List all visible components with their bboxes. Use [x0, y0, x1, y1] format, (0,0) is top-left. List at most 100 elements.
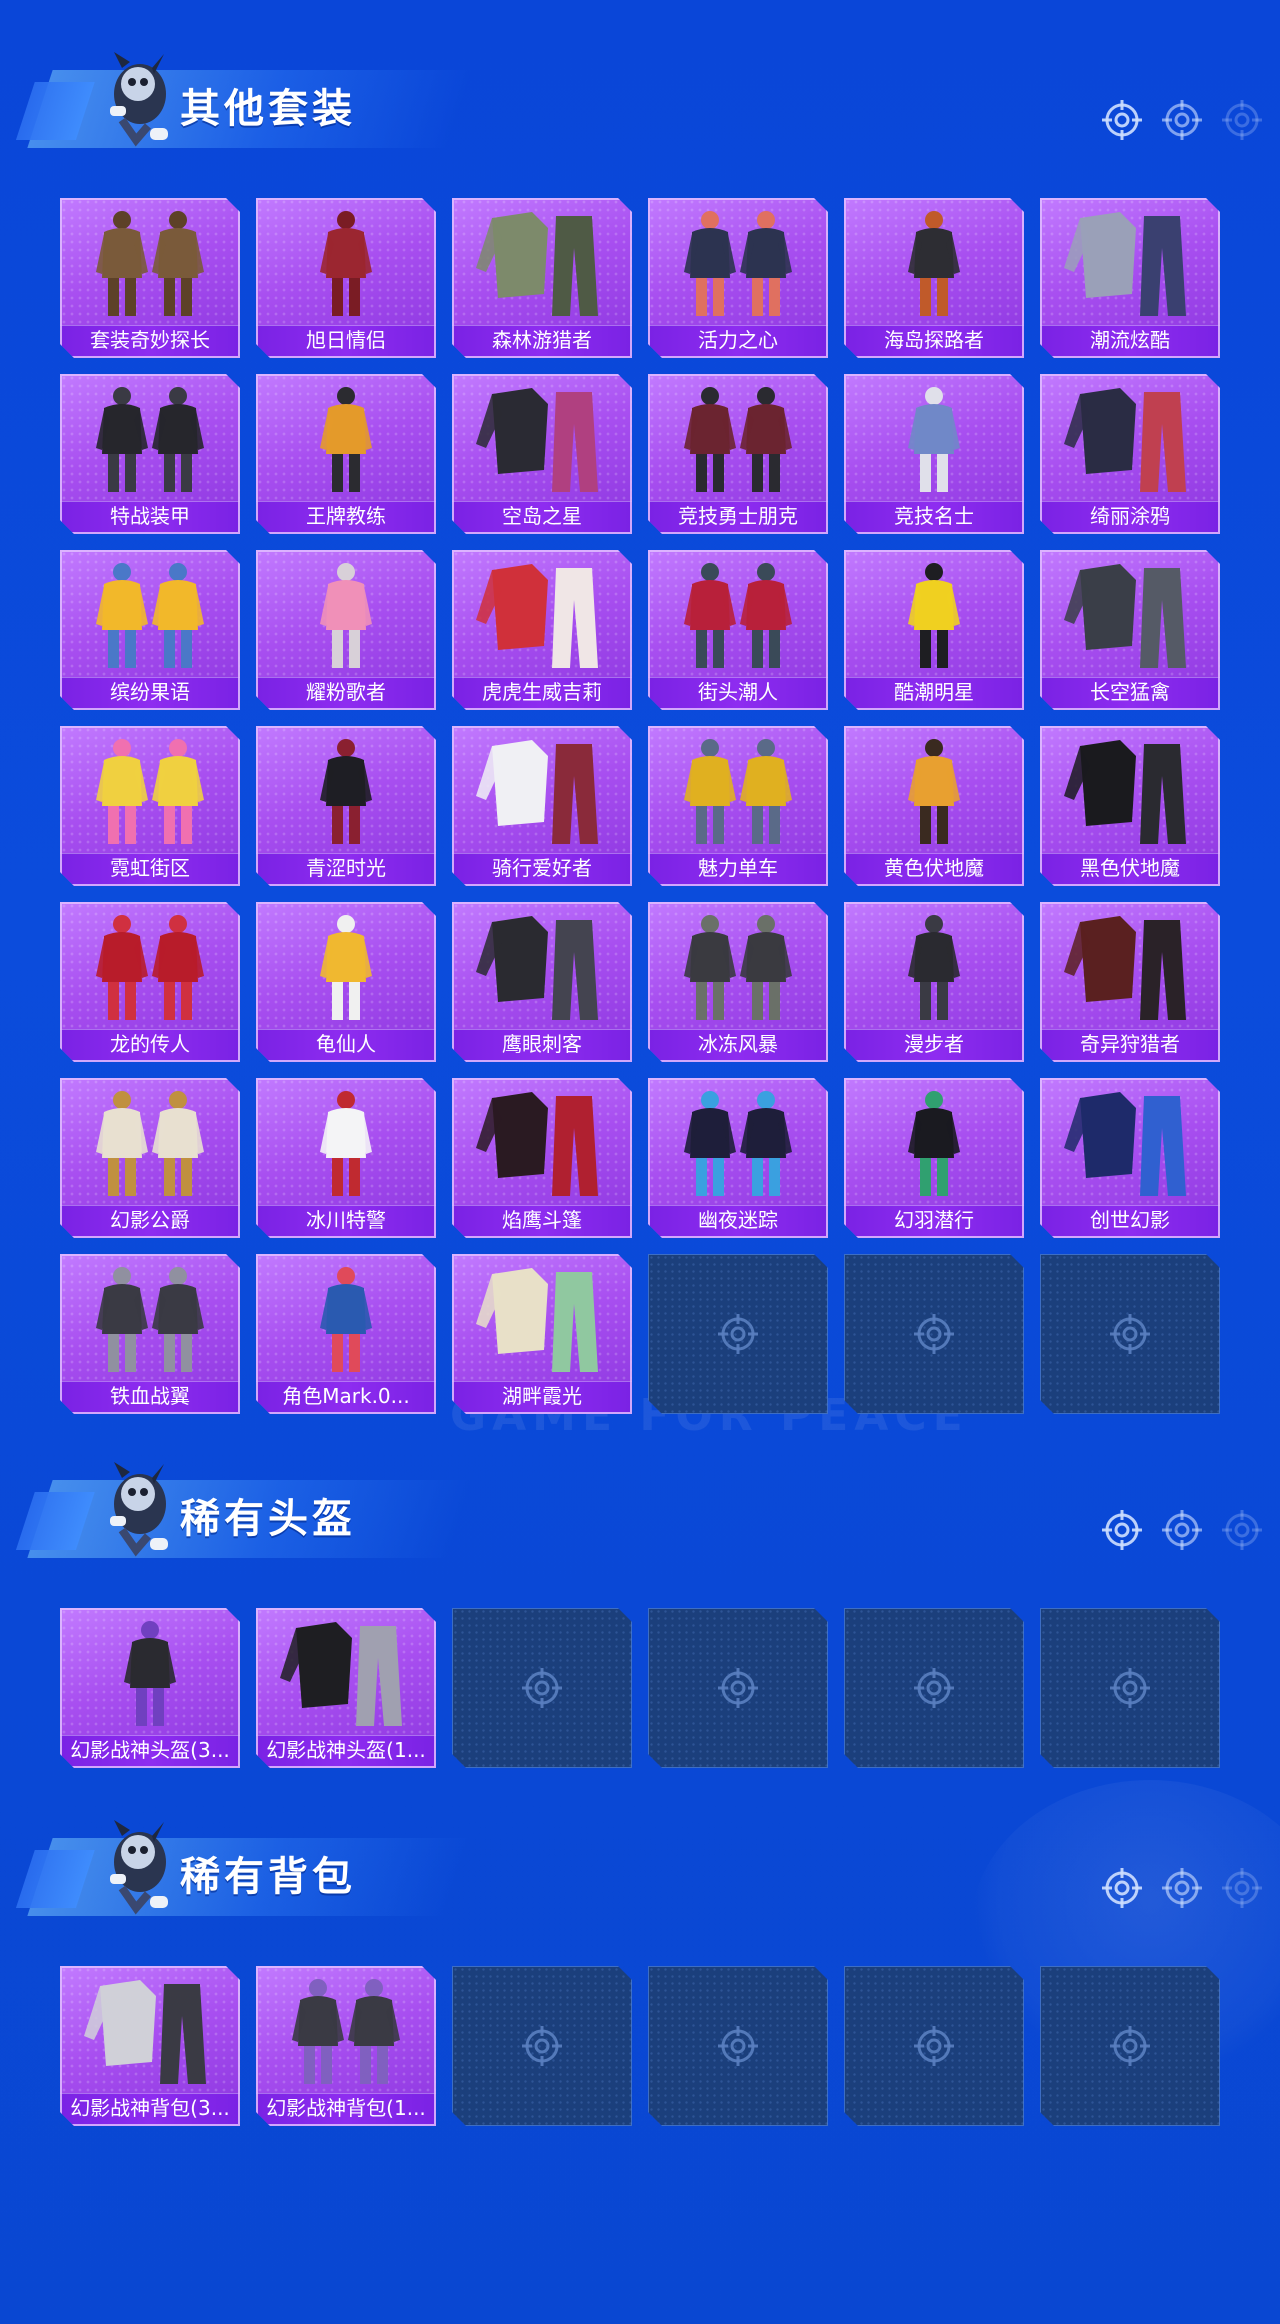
item-card[interactable]: 竞技勇士朋克 [648, 374, 828, 534]
item-name: 焰鹰斗篷 [502, 1208, 582, 1232]
item-name: 青涩时光 [306, 856, 386, 880]
item-card[interactable]: 骑行爱好者 [452, 726, 632, 886]
item-card[interactable]: 幻影公爵 [60, 1078, 240, 1238]
item-image [60, 1078, 240, 1206]
item-image [1040, 374, 1220, 502]
item-image [256, 374, 436, 502]
item-name: 空岛之星 [502, 504, 582, 528]
section-deco [1100, 1508, 1270, 1556]
item-name: 黄色伏地魔 [884, 856, 984, 880]
item-card[interactable]: 森林游猎者 [452, 198, 632, 358]
item-image [256, 550, 436, 678]
item-name: 幻影战神背包(3... [70, 2096, 230, 2120]
item-card[interactable]: 幽夜迷踪 [648, 1078, 828, 1238]
item-grid: 幻影战神头盔(3... 幻影战神头盔(1... [60, 1608, 1222, 1768]
item-card[interactable]: 旭日情侣 [256, 198, 436, 358]
item-card[interactable]: 王牌教练 [256, 374, 436, 534]
item-image [60, 550, 240, 678]
item-name: 潮流炫酷 [1090, 328, 1170, 352]
item-card[interactable]: 湖畔霞光 [452, 1254, 632, 1414]
item-card[interactable]: 黑色伏地魔 [1040, 726, 1220, 886]
item-grid: 幻影战神背包(3... 幻影战神背包(1... [60, 1966, 1222, 2126]
item-card[interactable]: 长空猛禽 [1040, 550, 1220, 710]
item-image [256, 902, 436, 1030]
item-name: 套装奇妙探长 [90, 328, 210, 352]
item-card[interactable]: 青涩时光 [256, 726, 436, 886]
item-image [648, 902, 828, 1030]
item-card[interactable]: 冰川特警 [256, 1078, 436, 1238]
item-card[interactable]: 空岛之星 [452, 374, 632, 534]
item-card[interactable]: 冰冻风暴 [648, 902, 828, 1062]
item-card[interactable]: 活力之心 [648, 198, 828, 358]
item-name: 耀粉歌者 [306, 680, 386, 704]
item-name: 冰冻风暴 [698, 1032, 778, 1056]
item-name: 酷潮明星 [894, 680, 974, 704]
mascot-icon [92, 40, 182, 158]
item-card[interactable]: 漫步者 [844, 902, 1024, 1062]
item-name: 旭日情侣 [306, 328, 386, 352]
item-card[interactable]: 幻影战神头盔(3... [60, 1608, 240, 1768]
item-image [452, 198, 632, 326]
item-image [844, 198, 1024, 326]
item-name: 奇异狩猎者 [1080, 1032, 1180, 1056]
item-card[interactable]: 铁血战翼 [60, 1254, 240, 1414]
item-card[interactable]: 特战装甲 [60, 374, 240, 534]
mascot-icon [92, 1450, 182, 1568]
empty-slot [844, 1966, 1024, 2126]
item-image [452, 902, 632, 1030]
item-card[interactable]: 龟仙人 [256, 902, 436, 1062]
empty-slot [1040, 1608, 1220, 1768]
item-card[interactable]: 虎虎生威吉莉 [452, 550, 632, 710]
item-card[interactable]: 海岛探路者 [844, 198, 1024, 358]
empty-slot [648, 1608, 828, 1768]
item-card[interactable]: 绮丽涂鸦 [1040, 374, 1220, 534]
item-card[interactable]: 潮流炫酷 [1040, 198, 1220, 358]
item-image [844, 1078, 1024, 1206]
item-card[interactable]: 奇异狩猎者 [1040, 902, 1220, 1062]
item-name: 角色Mark.0... [282, 1384, 410, 1408]
item-image [452, 726, 632, 854]
item-card[interactable]: 幻影战神背包(3... [60, 1966, 240, 2126]
section-header: 其他套装 [27, 40, 1270, 170]
item-card[interactable]: 幻影战神背包(1... [256, 1966, 436, 2126]
empty-slot [1040, 1254, 1220, 1414]
section-title: 其他套装 [180, 86, 356, 132]
empty-slot [1040, 1966, 1220, 2126]
item-image [256, 1078, 436, 1206]
item-name: 虎虎生威吉莉 [482, 680, 602, 704]
item-card[interactable]: 鹰眼刺客 [452, 902, 632, 1062]
item-card[interactable]: 焰鹰斗篷 [452, 1078, 632, 1238]
item-card[interactable]: 霓虹街区 [60, 726, 240, 886]
item-name: 绮丽涂鸦 [1090, 504, 1170, 528]
item-name: 龙的传人 [110, 1032, 190, 1056]
item-card[interactable]: 缤纷果语 [60, 550, 240, 710]
item-card[interactable]: 角色Mark.0... [256, 1254, 436, 1414]
item-image [256, 1608, 436, 1736]
item-card[interactable]: 幻影战神头盔(1... [256, 1608, 436, 1768]
mascot-icon [92, 1808, 182, 1926]
item-card[interactable]: 酷潮明星 [844, 550, 1024, 710]
item-card[interactable]: 黄色伏地魔 [844, 726, 1024, 886]
item-card[interactable]: 创世幻影 [1040, 1078, 1220, 1238]
item-card[interactable]: 套装奇妙探长 [60, 198, 240, 358]
item-card[interactable]: 耀粉歌者 [256, 550, 436, 710]
item-name: 特战装甲 [110, 504, 190, 528]
item-name: 海岛探路者 [884, 328, 984, 352]
item-name: 竞技名士 [894, 504, 974, 528]
item-name: 创世幻影 [1090, 1208, 1170, 1232]
item-card[interactable]: 竞技名士 [844, 374, 1024, 534]
section-header: 稀有头盔 [27, 1450, 1270, 1580]
item-image [256, 1966, 436, 2094]
item-card[interactable]: 幻羽潜行 [844, 1078, 1024, 1238]
item-image [1040, 726, 1220, 854]
item-name: 幻影公爵 [110, 1208, 190, 1232]
item-image [60, 374, 240, 502]
item-card[interactable]: 魅力单车 [648, 726, 828, 886]
item-grid: 套装奇妙探长 旭日情侣 森林游猎者 活力之心 海岛探路者 潮流炫酷特战装甲 王牌教练 空岛之星… [60, 198, 1222, 1414]
item-name: 黑色伏地魔 [1080, 856, 1180, 880]
item-card[interactable]: 街头潮人 [648, 550, 828, 710]
item-card[interactable]: 龙的传人 [60, 902, 240, 1062]
item-image [60, 1966, 240, 2094]
item-image [1040, 1078, 1220, 1206]
item-name: 漫步者 [904, 1032, 964, 1056]
